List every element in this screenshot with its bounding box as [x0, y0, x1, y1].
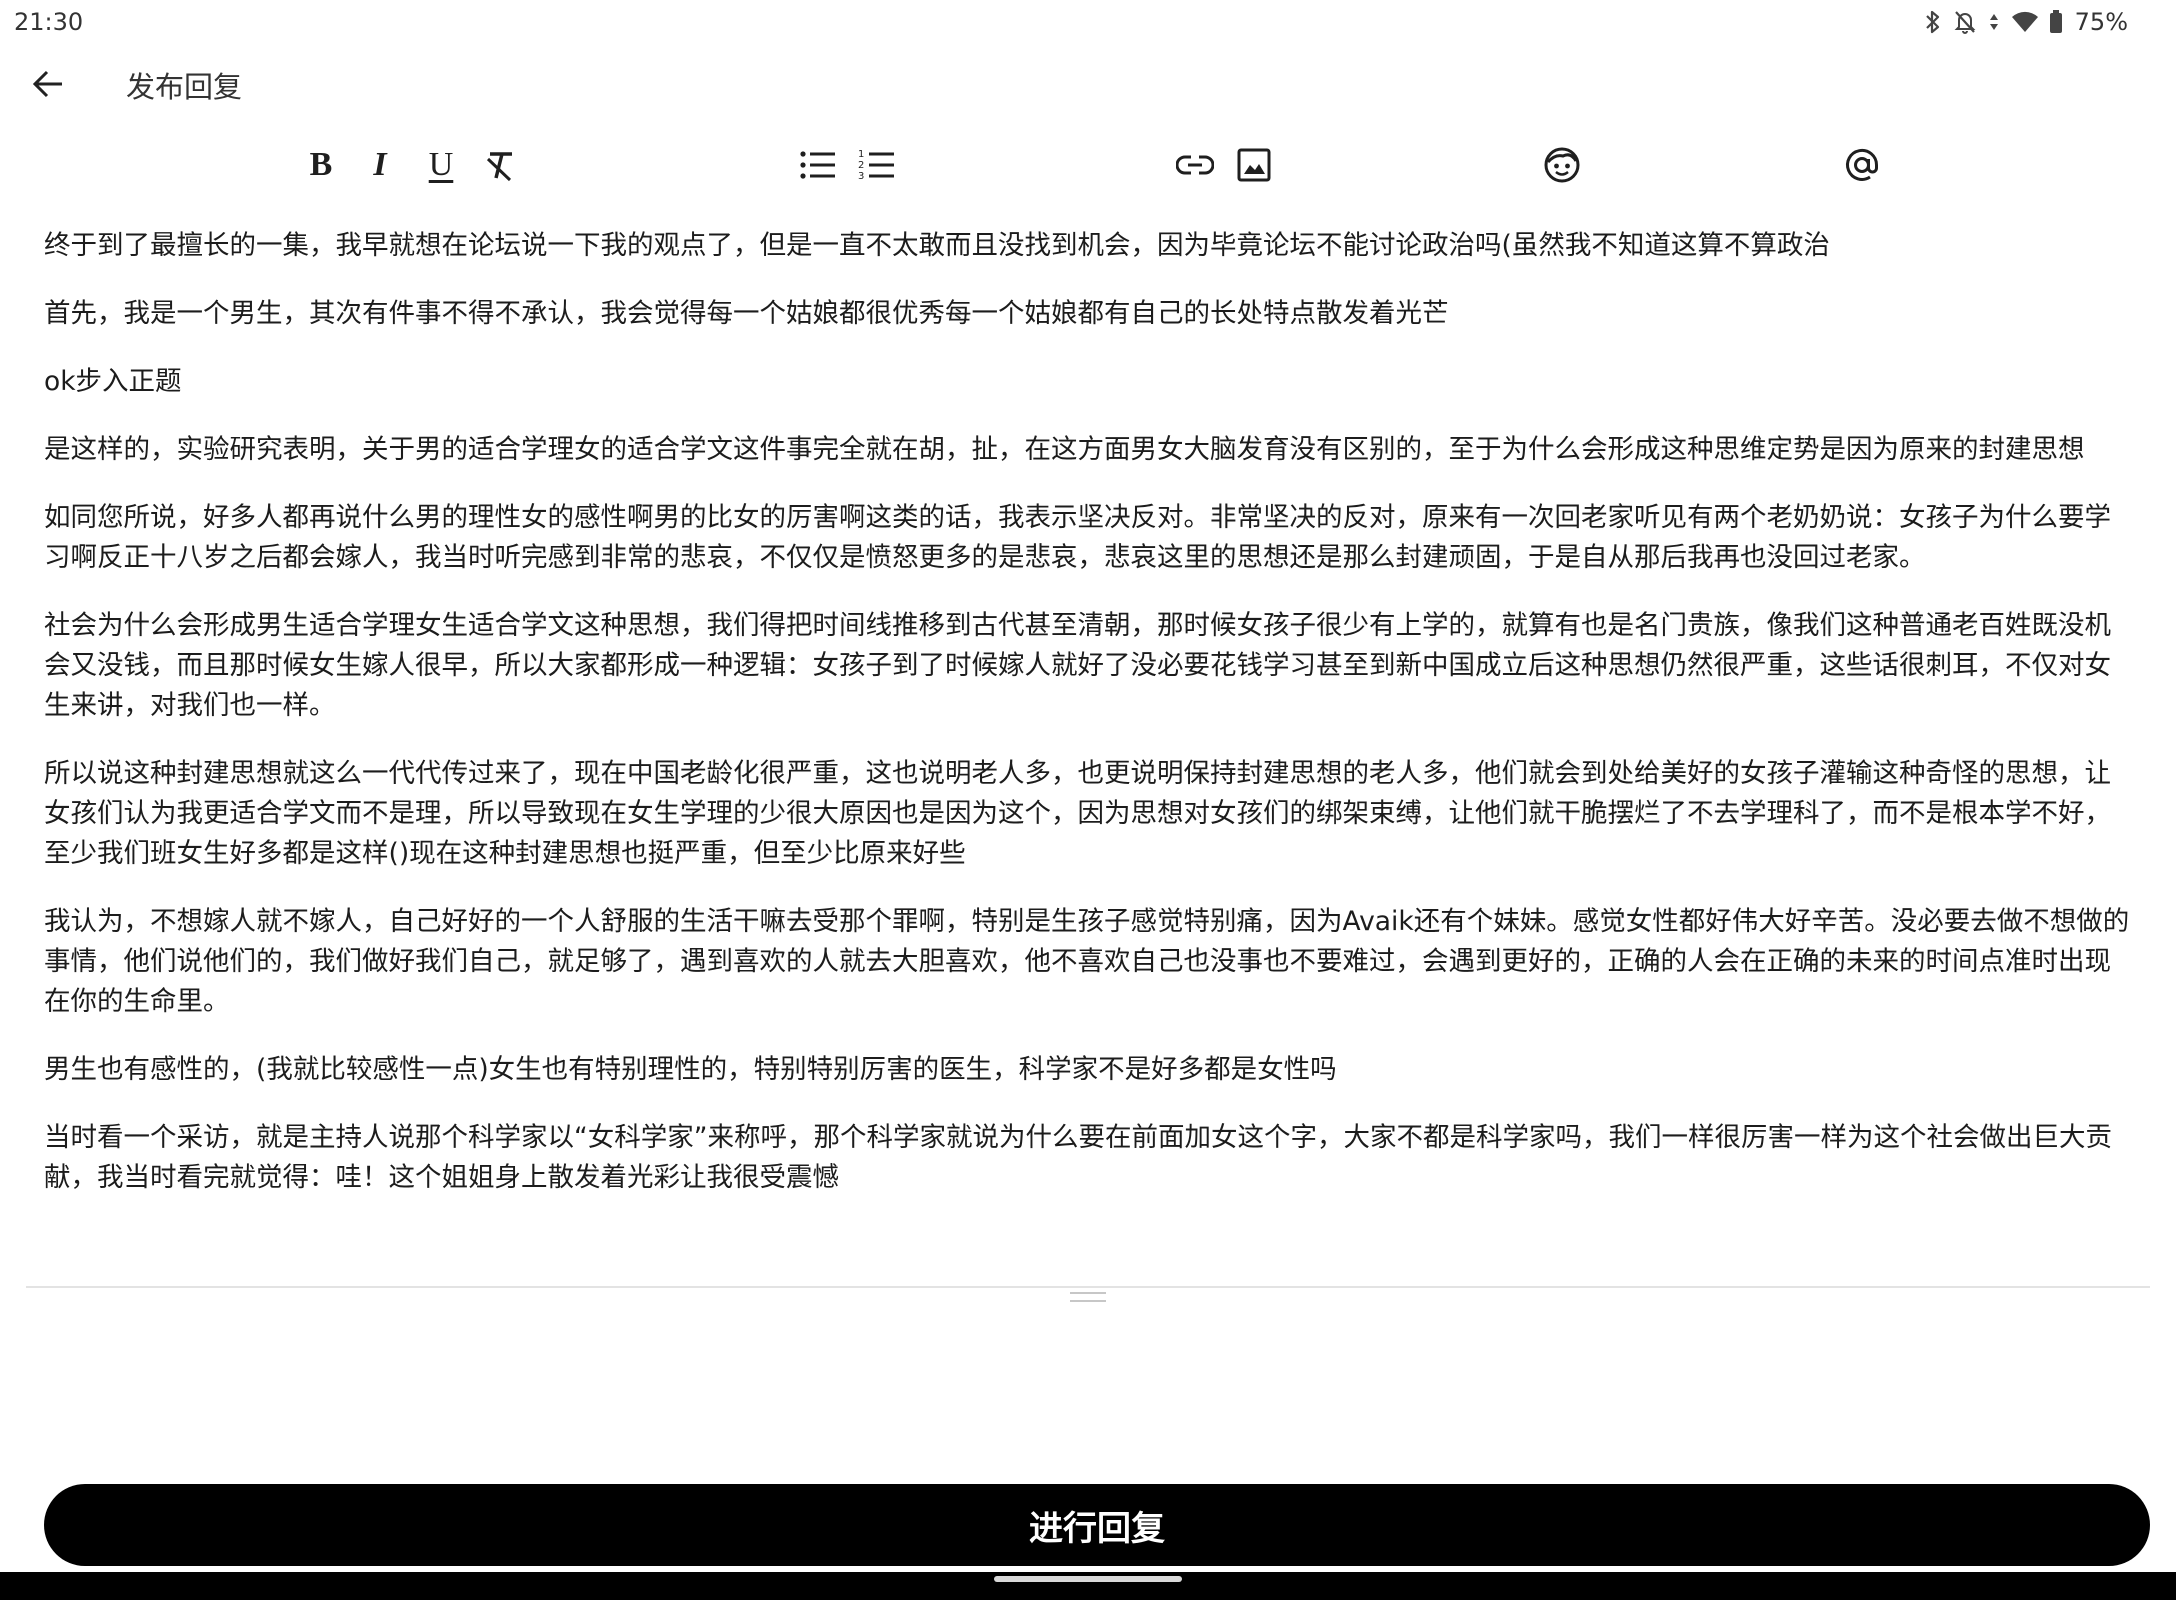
resize-handle-line	[1070, 1300, 1106, 1302]
image-icon	[1237, 148, 1271, 182]
italic-icon: I	[373, 146, 387, 183]
link-button[interactable]	[1172, 142, 1218, 188]
editor-paragraph: 我认为，不想嫁人就不嫁人，自己好好的一个人舒服的生活干嘛去受那个罪啊，特别是生孩…	[44, 906, 2130, 1017]
data-icon	[1987, 9, 2001, 35]
italic-button[interactable]: I	[357, 142, 403, 188]
editor-paragraph: 当时看一个采访，就是主持人说那个科学家以“女科学家”来称呼，那个科学家就说为什么…	[44, 1122, 2112, 1193]
bluetooth-icon	[1923, 9, 1943, 35]
status-time: 21:30	[14, 8, 84, 36]
mute-icon	[1953, 9, 1977, 35]
numbered-list-button[interactable]: 1 2 3	[854, 142, 900, 188]
battery-icon	[2049, 9, 2063, 35]
submit-reply-button[interactable]: 进行回复	[44, 1484, 2150, 1566]
formatting-toolbar: B I U 1 2 3	[0, 134, 2176, 194]
wifi-icon	[2011, 10, 2039, 34]
mention-button[interactable]	[1839, 142, 1885, 188]
svg-text:3: 3	[858, 171, 864, 182]
battery-percentage: 75%	[2074, 8, 2128, 36]
resize-handle-line	[1070, 1292, 1106, 1294]
bold-icon: B	[309, 146, 333, 183]
page-title: 发布回复	[126, 70, 243, 104]
arrow-left-icon	[32, 70, 62, 98]
editor-paragraph: 如同您所说，好多人都再说什么男的理性女的感性啊男的比女的厉害啊这类的话，我表示坚…	[44, 502, 2111, 573]
editor-resize-handle[interactable]	[1070, 1292, 1106, 1302]
status-bar: 21:30 75%	[0, 0, 2176, 44]
editor-paragraph: ok步入正题	[44, 366, 182, 397]
image-button[interactable]	[1231, 142, 1277, 188]
editor-paragraph: 男生也有感性的，(我就比较感性一点)女生也有特别理性的，特别特别厉害的医生，科学…	[44, 1054, 1337, 1085]
editor-paragraph: 社会为什么会形成男生适合学理女生适合学文这种思想，我们得把时间线推移到古代甚至清…	[44, 610, 2111, 721]
svg-text:2: 2	[858, 160, 864, 171]
app-bar: 发布回复	[0, 44, 2176, 122]
bullet-list-icon	[800, 151, 835, 179]
numbered-list-icon: 1 2 3	[858, 149, 894, 182]
bullet-list-button[interactable]	[795, 142, 841, 188]
emoji-icon	[1544, 147, 1580, 183]
at-icon	[1846, 148, 1879, 181]
reply-editor[interactable]: 终于到了最擅长的一集，我早就想在论坛说一下我的观点了，但是一直不太敢而且没找到机…	[26, 212, 2150, 1288]
editor-paragraph: 是这样的，实验研究表明，关于男的适合学理女的适合学文这件事完全就在胡，扯，在这方…	[44, 434, 2085, 465]
editor-paragraph: 终于到了最擅长的一集，我早就想在论坛说一下我的观点了，但是一直不太敢而且没找到机…	[44, 230, 1830, 261]
emoji-button[interactable]	[1539, 142, 1585, 188]
svg-text:1: 1	[858, 149, 864, 160]
back-button[interactable]	[26, 62, 70, 106]
underline-button[interactable]: U	[418, 142, 464, 188]
reply-editor-screen: 21:30 75% 发布回复 B I U 1 2 3 终于到了最擅长的一集，我早…	[0, 0, 2176, 1600]
underline-icon: U	[428, 146, 454, 183]
editor-content[interactable]: 终于到了最擅长的一集，我早就想在论坛说一下我的观点了，但是一直不太敢而且没找到机…	[26, 212, 2150, 1198]
clear-format-icon	[486, 152, 512, 182]
gesture-handle[interactable]	[994, 1576, 1182, 1582]
clear-format-button[interactable]	[477, 142, 523, 188]
status-icons: 75%	[1923, 6, 2128, 38]
editor-paragraph: 首先，我是一个男生，其次有件事不得不承认，我会觉得每一个姑娘都很优秀每一个姑娘都…	[44, 298, 1449, 329]
link-icon	[1176, 155, 1214, 175]
bold-button[interactable]: B	[298, 142, 344, 188]
editor-paragraph: 所以说这种封建思想就这么一代代传过来了，现在中国老龄化很严重，这也说明老人多，也…	[44, 758, 2111, 869]
